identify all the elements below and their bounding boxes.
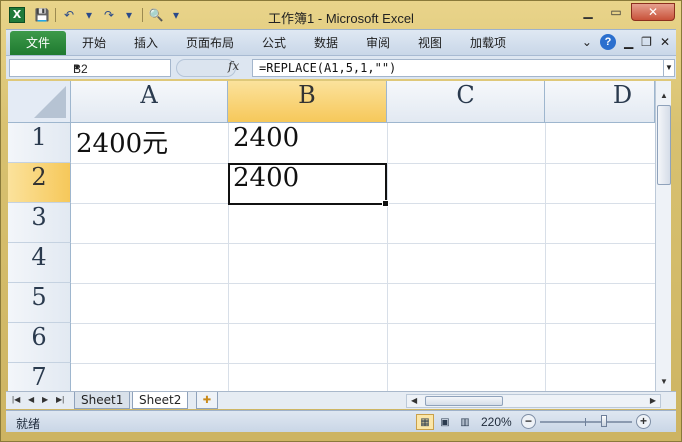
tab-data[interactable]: 数据: [314, 34, 338, 51]
status-ready: 就绪: [16, 417, 41, 431]
gridline: [71, 243, 655, 244]
collapse-ribbon-icon[interactable]: ⌄: [582, 35, 592, 49]
scroll-right-icon[interactable]: ▶: [650, 395, 656, 407]
insert-sheet-icon[interactable]: ✚: [196, 392, 218, 409]
active-cell-cursor[interactable]: [228, 163, 389, 207]
tab-file[interactable]: 文件: [10, 31, 66, 55]
tab-addins[interactable]: 加载项: [470, 34, 506, 51]
row-header-3[interactable]: 3: [8, 203, 71, 243]
help-icon[interactable]: ?: [599, 34, 616, 50]
tab-review[interactable]: 审阅: [366, 34, 390, 51]
formula-bar: B2 ▼ fx =REPLACE(A1,5,1,"") ▼: [6, 55, 676, 79]
sheet-tab-sheet1[interactable]: Sheet1: [74, 392, 131, 409]
tab-home[interactable]: 开始: [82, 34, 106, 51]
row-header-5[interactable]: 5: [8, 283, 71, 323]
zoom-slider-midmark: [585, 418, 586, 426]
name-box-dropdown-icon[interactable]: ▼: [73, 63, 167, 72]
row-header-6[interactable]: 6: [8, 323, 71, 363]
vertical-scroll-thumb[interactable]: [657, 105, 671, 185]
formula-bar-divider: [176, 59, 236, 77]
column-header-c[interactable]: C: [387, 81, 545, 123]
title-bar: X 💾 ↶ ▾ ↷ ▾ 🔍 ▾ 工作簿1 - Microsoft Excel ▁…: [1, 1, 681, 29]
last-sheet-icon[interactable]: ▶|: [56, 395, 64, 404]
status-bar: 就绪 ▦ ▣ ▥ 220% − +: [6, 410, 676, 432]
gridline: [71, 283, 655, 284]
workbook-minimize-icon[interactable]: ▁: [624, 35, 633, 49]
minimize-icon[interactable]: ▁: [575, 3, 601, 21]
workbook-close-icon[interactable]: ✕: [660, 35, 670, 49]
row-header-7[interactable]: 7: [8, 363, 71, 391]
gridline: [71, 323, 655, 324]
formula-input[interactable]: =REPLACE(A1,5,1,""): [252, 59, 667, 77]
prev-sheet-icon[interactable]: ◀: [28, 395, 34, 404]
horizontal-scroll-thumb[interactable]: [425, 396, 503, 406]
select-all-button[interactable]: [8, 81, 71, 123]
maximize-icon[interactable]: ▭: [603, 3, 629, 21]
cell-b1[interactable]: 2400: [228, 123, 387, 163]
tab-formulas[interactable]: 公式: [262, 34, 286, 51]
page-break-preview-icon[interactable]: ▥: [456, 414, 474, 430]
row-header-2[interactable]: 2: [8, 163, 71, 203]
zoom-out-icon[interactable]: −: [521, 414, 536, 429]
tab-page-layout[interactable]: 页面布局: [186, 34, 234, 51]
row-header-4[interactable]: 4: [8, 243, 71, 283]
zoom-level[interactable]: 220%: [481, 415, 512, 429]
horizontal-scrollbar[interactable]: ◀ ▶: [406, 394, 661, 408]
gridline: [71, 363, 655, 364]
sheet-tab-sheet2[interactable]: Sheet2: [132, 392, 189, 409]
scroll-down-icon[interactable]: ▼: [657, 375, 671, 389]
ribbon-tabs: 文件 开始 插入 页面布局 公式 数据 审阅 视图 加载项 ⌄ ? ▁ ❐ ✕: [6, 29, 676, 55]
window-controls: ▁ ▭ ✕: [575, 3, 675, 21]
name-box[interactable]: B2 ▼: [9, 59, 171, 77]
column-header-a[interactable]: A: [71, 81, 228, 123]
normal-view-icon[interactable]: ▦: [416, 414, 434, 430]
sheet-tab-bar: |◀ ◀ ▶ ▶| Sheet1 Sheet2 ✚ ◀ ▶: [6, 391, 676, 409]
zoom-in-icon[interactable]: +: [636, 414, 651, 429]
tab-view[interactable]: 视图: [418, 34, 442, 51]
row-header-1[interactable]: 1: [8, 123, 71, 163]
close-icon[interactable]: ✕: [631, 3, 675, 21]
expand-formula-bar-icon[interactable]: ▼: [663, 59, 675, 77]
view-buttons: ▦ ▣ ▥: [416, 414, 474, 430]
excel-window: X 💾 ↶ ▾ ↷ ▾ 🔍 ▾ 工作簿1 - Microsoft Excel ▁…: [0, 0, 682, 442]
next-sheet-icon[interactable]: ▶: [42, 395, 48, 404]
column-header-b[interactable]: B: [228, 81, 387, 123]
column-header-d[interactable]: D: [545, 81, 655, 123]
cell-a1[interactable]: 2400元: [71, 123, 228, 163]
tab-insert[interactable]: 插入: [134, 34, 158, 51]
zoom-slider-thumb[interactable]: [601, 415, 607, 427]
zoom-slider-track[interactable]: [540, 421, 632, 423]
page-layout-view-icon[interactable]: ▣: [436, 414, 454, 430]
ribbon-right-controls: ⌄ ? ▁ ❐ ✕: [582, 34, 670, 50]
vertical-scrollbar[interactable]: ▲ ▼: [655, 81, 671, 391]
insert-function-icon[interactable]: fx: [228, 59, 239, 73]
worksheet-grid[interactable]: A B C D 1 2 3 4 5 6 7 2400元 2400 2400: [8, 81, 655, 391]
scroll-left-icon[interactable]: ◀: [411, 395, 417, 407]
first-sheet-icon[interactable]: |◀: [12, 395, 20, 404]
workbook-restore-icon[interactable]: ❐: [641, 35, 652, 49]
scroll-up-icon[interactable]: ▲: [657, 89, 671, 103]
